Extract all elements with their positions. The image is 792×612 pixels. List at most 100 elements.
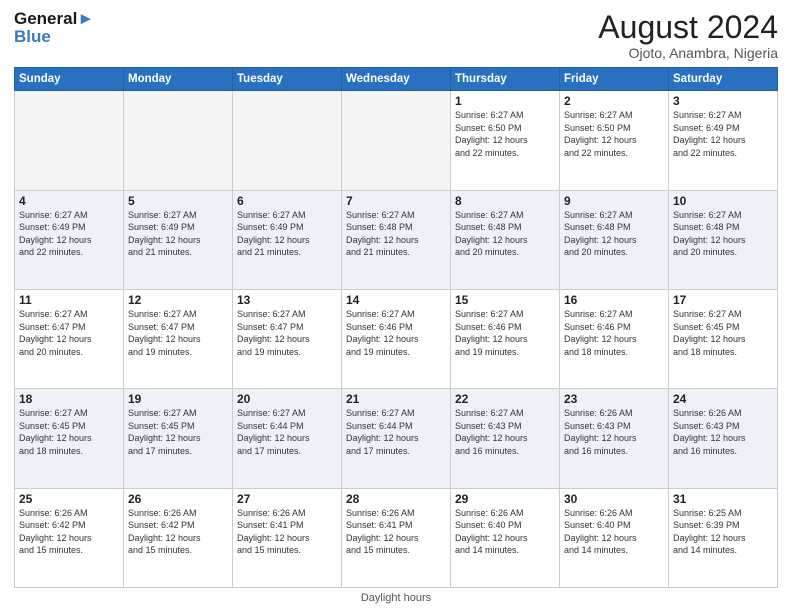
day-number: 29 (455, 492, 555, 506)
calendar-cell: 9Sunrise: 6:27 AM Sunset: 6:48 PM Daylig… (560, 190, 669, 289)
day-info: Sunrise: 6:27 AM Sunset: 6:45 PM Dayligh… (19, 407, 119, 457)
day-number: 16 (564, 293, 664, 307)
day-number: 5 (128, 194, 228, 208)
day-number: 15 (455, 293, 555, 307)
col-header-monday: Monday (124, 68, 233, 91)
day-number: 3 (673, 94, 773, 108)
calendar-week-4: 18Sunrise: 6:27 AM Sunset: 6:45 PM Dayli… (15, 389, 778, 488)
calendar-cell: 25Sunrise: 6:26 AM Sunset: 6:42 PM Dayli… (15, 488, 124, 587)
day-number: 6 (237, 194, 337, 208)
day-number: 13 (237, 293, 337, 307)
day-info: Sunrise: 6:27 AM Sunset: 6:50 PM Dayligh… (455, 109, 555, 159)
logo-line2: Blue (14, 28, 94, 46)
day-number: 12 (128, 293, 228, 307)
day-number: 9 (564, 194, 664, 208)
calendar-cell: 17Sunrise: 6:27 AM Sunset: 6:45 PM Dayli… (669, 289, 778, 388)
footer: Daylight hours (14, 592, 778, 604)
col-header-saturday: Saturday (669, 68, 778, 91)
day-info: Sunrise: 6:27 AM Sunset: 6:46 PM Dayligh… (346, 308, 446, 358)
col-header-thursday: Thursday (451, 68, 560, 91)
day-number: 26 (128, 492, 228, 506)
day-info: Sunrise: 6:27 AM Sunset: 6:43 PM Dayligh… (455, 407, 555, 457)
day-number: 1 (455, 94, 555, 108)
day-info: Sunrise: 6:27 AM Sunset: 6:49 PM Dayligh… (128, 209, 228, 259)
calendar-cell: 28Sunrise: 6:26 AM Sunset: 6:41 PM Dayli… (342, 488, 451, 587)
day-info: Sunrise: 6:27 AM Sunset: 6:50 PM Dayligh… (564, 109, 664, 159)
calendar-cell: 18Sunrise: 6:27 AM Sunset: 6:45 PM Dayli… (15, 389, 124, 488)
day-number: 23 (564, 392, 664, 406)
calendar-cell: 27Sunrise: 6:26 AM Sunset: 6:41 PM Dayli… (233, 488, 342, 587)
day-number: 25 (19, 492, 119, 506)
col-header-tuesday: Tuesday (233, 68, 342, 91)
day-info: Sunrise: 6:27 AM Sunset: 6:49 PM Dayligh… (19, 209, 119, 259)
calendar-cell: 10Sunrise: 6:27 AM Sunset: 6:48 PM Dayli… (669, 190, 778, 289)
calendar-cell: 24Sunrise: 6:26 AM Sunset: 6:43 PM Dayli… (669, 389, 778, 488)
day-info: Sunrise: 6:26 AM Sunset: 6:42 PM Dayligh… (19, 507, 119, 557)
calendar-cell: 30Sunrise: 6:26 AM Sunset: 6:40 PM Dayli… (560, 488, 669, 587)
day-number: 11 (19, 293, 119, 307)
calendar-cell: 29Sunrise: 6:26 AM Sunset: 6:40 PM Dayli… (451, 488, 560, 587)
day-info: Sunrise: 6:27 AM Sunset: 6:45 PM Dayligh… (128, 407, 228, 457)
page: General► Blue August 2024 Ojoto, Anambra… (0, 0, 792, 612)
day-info: Sunrise: 6:27 AM Sunset: 6:46 PM Dayligh… (455, 308, 555, 358)
day-info: Sunrise: 6:27 AM Sunset: 6:47 PM Dayligh… (237, 308, 337, 358)
footer-text: Daylight hours (361, 592, 431, 604)
day-info: Sunrise: 6:26 AM Sunset: 6:43 PM Dayligh… (564, 407, 664, 457)
calendar-cell: 13Sunrise: 6:27 AM Sunset: 6:47 PM Dayli… (233, 289, 342, 388)
day-number: 22 (455, 392, 555, 406)
calendar-cell: 15Sunrise: 6:27 AM Sunset: 6:46 PM Dayli… (451, 289, 560, 388)
day-info: Sunrise: 6:27 AM Sunset: 6:48 PM Dayligh… (346, 209, 446, 259)
day-info: Sunrise: 6:27 AM Sunset: 6:44 PM Dayligh… (237, 407, 337, 457)
day-number: 14 (346, 293, 446, 307)
day-info: Sunrise: 6:27 AM Sunset: 6:48 PM Dayligh… (673, 209, 773, 259)
day-info: Sunrise: 6:27 AM Sunset: 6:45 PM Dayligh… (673, 308, 773, 358)
calendar-cell: 22Sunrise: 6:27 AM Sunset: 6:43 PM Dayli… (451, 389, 560, 488)
calendar-week-2: 4Sunrise: 6:27 AM Sunset: 6:49 PM Daylig… (15, 190, 778, 289)
calendar-cell: 14Sunrise: 6:27 AM Sunset: 6:46 PM Dayli… (342, 289, 451, 388)
day-number: 28 (346, 492, 446, 506)
day-number: 7 (346, 194, 446, 208)
calendar-cell: 16Sunrise: 6:27 AM Sunset: 6:46 PM Dayli… (560, 289, 669, 388)
calendar-cell (342, 91, 451, 190)
calendar-header-row: SundayMondayTuesdayWednesdayThursdayFrid… (15, 68, 778, 91)
day-info: Sunrise: 6:27 AM Sunset: 6:49 PM Dayligh… (673, 109, 773, 159)
calendar-cell: 8Sunrise: 6:27 AM Sunset: 6:48 PM Daylig… (451, 190, 560, 289)
day-number: 17 (673, 293, 773, 307)
day-number: 27 (237, 492, 337, 506)
day-number: 31 (673, 492, 773, 506)
day-info: Sunrise: 6:26 AM Sunset: 6:40 PM Dayligh… (455, 507, 555, 557)
calendar-cell: 12Sunrise: 6:27 AM Sunset: 6:47 PM Dayli… (124, 289, 233, 388)
day-info: Sunrise: 6:26 AM Sunset: 6:41 PM Dayligh… (346, 507, 446, 557)
day-info: Sunrise: 6:27 AM Sunset: 6:48 PM Dayligh… (455, 209, 555, 259)
calendar-cell (233, 91, 342, 190)
col-header-friday: Friday (560, 68, 669, 91)
calendar-cell: 21Sunrise: 6:27 AM Sunset: 6:44 PM Dayli… (342, 389, 451, 488)
calendar-cell (124, 91, 233, 190)
logo-line1: General► (14, 10, 94, 28)
calendar-cell: 1Sunrise: 6:27 AM Sunset: 6:50 PM Daylig… (451, 91, 560, 190)
calendar: SundayMondayTuesdayWednesdayThursdayFrid… (14, 67, 778, 588)
day-number: 30 (564, 492, 664, 506)
logo: General► Blue (14, 10, 94, 46)
day-number: 10 (673, 194, 773, 208)
day-info: Sunrise: 6:26 AM Sunset: 6:40 PM Dayligh… (564, 507, 664, 557)
calendar-cell: 5Sunrise: 6:27 AM Sunset: 6:49 PM Daylig… (124, 190, 233, 289)
day-info: Sunrise: 6:26 AM Sunset: 6:42 PM Dayligh… (128, 507, 228, 557)
month-title: August 2024 (598, 10, 778, 45)
day-info: Sunrise: 6:26 AM Sunset: 6:41 PM Dayligh… (237, 507, 337, 557)
calendar-cell: 6Sunrise: 6:27 AM Sunset: 6:49 PM Daylig… (233, 190, 342, 289)
day-info: Sunrise: 6:27 AM Sunset: 6:47 PM Dayligh… (128, 308, 228, 358)
day-info: Sunrise: 6:27 AM Sunset: 6:49 PM Dayligh… (237, 209, 337, 259)
calendar-week-5: 25Sunrise: 6:26 AM Sunset: 6:42 PM Dayli… (15, 488, 778, 587)
calendar-cell: 19Sunrise: 6:27 AM Sunset: 6:45 PM Dayli… (124, 389, 233, 488)
calendar-week-1: 1Sunrise: 6:27 AM Sunset: 6:50 PM Daylig… (15, 91, 778, 190)
day-info: Sunrise: 6:27 AM Sunset: 6:44 PM Dayligh… (346, 407, 446, 457)
day-info: Sunrise: 6:27 AM Sunset: 6:46 PM Dayligh… (564, 308, 664, 358)
calendar-cell: 3Sunrise: 6:27 AM Sunset: 6:49 PM Daylig… (669, 91, 778, 190)
calendar-cell: 23Sunrise: 6:26 AM Sunset: 6:43 PM Dayli… (560, 389, 669, 488)
location: Ojoto, Anambra, Nigeria (598, 45, 778, 61)
calendar-cell: 31Sunrise: 6:25 AM Sunset: 6:39 PM Dayli… (669, 488, 778, 587)
day-number: 24 (673, 392, 773, 406)
day-number: 19 (128, 392, 228, 406)
day-number: 20 (237, 392, 337, 406)
